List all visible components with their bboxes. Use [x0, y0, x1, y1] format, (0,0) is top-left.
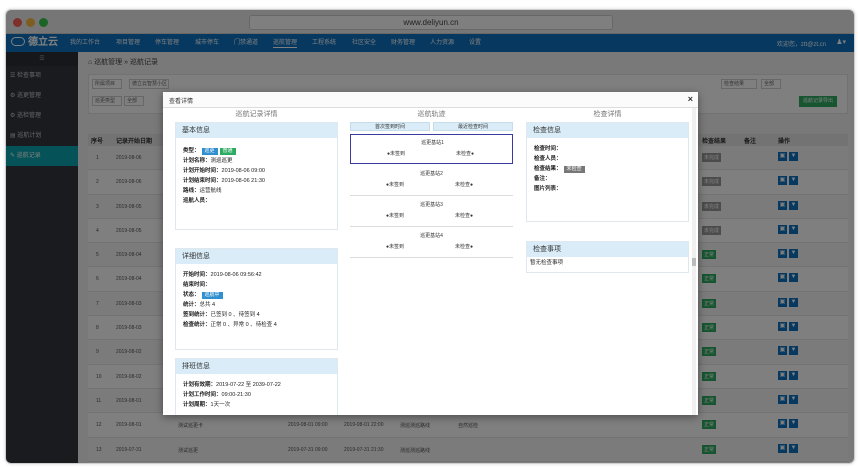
- field-label: 检查时间：: [534, 146, 562, 152]
- column-title: 巡航记录详情: [235, 111, 278, 118]
- modal-body: 巡航记录详情 基本信息 类型： 巡更 普通 计划名称：测巡巡更 计划开始时间：201…: [163, 108, 698, 415]
- check-stats: 正常 0 、异常 0 、待检查 4: [210, 322, 277, 328]
- panel-title: 基本信息: [176, 123, 337, 138]
- field-label: 路线：: [183, 188, 200, 194]
- sign-status: ●未签到: [387, 151, 406, 157]
- empty-message: 暂无检查事项: [530, 260, 564, 266]
- modal-title: 查看详情: [169, 99, 194, 105]
- station-item[interactable]: 巡更基站1 ●未签到 未检查●: [350, 134, 513, 164]
- field-label: 计划有效期：: [183, 382, 217, 388]
- modal-scrollbar[interactable]: [692, 108, 696, 415]
- field-label: 统计：: [183, 302, 200, 308]
- type-badge: 普通: [219, 148, 236, 155]
- station-item[interactable]: 巡更基站4 ●未签到 未检查●: [350, 228, 513, 258]
- field-label: 类型：: [183, 148, 200, 154]
- panel-title: 检查信息: [527, 123, 688, 138]
- field-label: 检查统计：: [183, 322, 211, 328]
- station-item[interactable]: 巡更基站3 ●未签到 未检查●: [350, 197, 513, 227]
- valid-period: 2019-07-22 至 2039-07-22: [216, 382, 281, 388]
- field-label: 检查人员：: [534, 156, 562, 162]
- first-sign-header: 首次签到时间: [350, 122, 430, 131]
- field-label: 检查结果：: [534, 166, 562, 172]
- plan-name: 测巡巡更: [210, 158, 233, 164]
- plan-end: 2019-08-06 21:30: [221, 178, 265, 184]
- begin-time: 2019-08-06 09:56:42: [210, 272, 262, 278]
- check-status: 未检查●: [455, 182, 474, 188]
- plan-start: 2019-08-06 09:00: [221, 168, 265, 174]
- check-result-badge: 未检查: [563, 166, 585, 173]
- close-icon[interactable]: ×: [688, 94, 693, 104]
- sign-status: ●未签到: [386, 182, 405, 188]
- detail-modal: 查看详情 × 巡航记录详情 基本信息 类型： 巡更 普通 计划名称：测巡巡更 计划开…: [163, 92, 698, 415]
- modal-header: 查看详情 ×: [163, 92, 698, 108]
- field-label: 签到统计：: [183, 312, 211, 318]
- station-name: 巡更基站3: [420, 202, 443, 208]
- check-status: 未检查●: [455, 213, 474, 219]
- field-label: 巡航人员：: [183, 198, 211, 204]
- scroll-thumb[interactable]: [692, 258, 696, 266]
- sign-status: ●未签到: [386, 213, 405, 219]
- field-label: 开始时间：: [183, 272, 211, 278]
- column-title: 检查详情: [593, 111, 622, 118]
- status-badge: 巡航中: [201, 292, 223, 299]
- station-name: 巡更基站1: [421, 140, 444, 146]
- panel-title: 详细信息: [176, 249, 337, 264]
- check-info-panel: 检查信息 检查时间： 检查人员： 检查结果： 未检查 备注： 图片列表：: [526, 122, 689, 222]
- field-label: 图片列表：: [534, 186, 562, 192]
- check-detail-column: 检查详情: [526, 108, 689, 122]
- field-label: 计划名称：: [183, 158, 211, 164]
- cycle: 1天一次: [210, 402, 231, 408]
- field-label: 备注：: [534, 176, 551, 182]
- station-item[interactable]: 巡更基站2 ●未签到 未检查●: [350, 166, 513, 196]
- check-items-panel: 检查事项 暂无检查事项: [526, 241, 689, 273]
- browser-window: www.deliyun.cn 德立云 我的工作台 项目管理 停车管理 城市停车 …: [5, 9, 855, 464]
- panel-title: 检查事项: [527, 242, 688, 257]
- field-label: 计划结束时间：: [183, 178, 222, 184]
- field-label: 状态：: [183, 292, 200, 298]
- total-count: 总共 4: [199, 302, 216, 308]
- field-label: 计划开始时间：: [183, 168, 222, 174]
- schedule-info-panel: 排班信息 计划有效期：2019-07-22 至 2039-07-22 计划工作时…: [175, 358, 338, 415]
- sign-stats: 已签到 0 、待签到 4: [210, 312, 260, 318]
- field-label: 计划工作时间：: [183, 392, 222, 398]
- basic-info-panel: 基本信息 类型： 巡更 普通 计划名称：测巡巡更 计划开始时间：2019-08-06…: [175, 122, 338, 230]
- field-label: 结束时间：: [183, 282, 211, 288]
- last-check-header: 最近检查时间: [433, 122, 513, 131]
- track-column: 巡航轨迹 首次签到时间 最近检查时间 巡更基站1 ●未签到 未检查● 巡更基站2 ●未…: [350, 108, 513, 268]
- column-title: 巡航轨迹: [417, 111, 446, 118]
- field-label: 计划周期：: [183, 402, 211, 408]
- check-status: 未检查●: [456, 151, 475, 157]
- work-time: 09:00-21:30: [221, 392, 251, 398]
- station-name: 巡更基站4: [420, 233, 443, 239]
- check-status: 未检查●: [455, 244, 474, 250]
- route: 运营航线: [199, 188, 222, 194]
- station-name: 巡更基站2: [420, 171, 443, 177]
- detail-info-panel: 详细信息 开始时间：2019-08-06 09:56:42 结束时间： 状态：巡…: [175, 248, 338, 350]
- type-badge: 巡更: [201, 148, 218, 155]
- sign-status: ●未签到: [386, 244, 405, 250]
- record-detail-column: 巡航记录详情: [175, 108, 338, 122]
- panel-title: 排班信息: [176, 359, 337, 374]
